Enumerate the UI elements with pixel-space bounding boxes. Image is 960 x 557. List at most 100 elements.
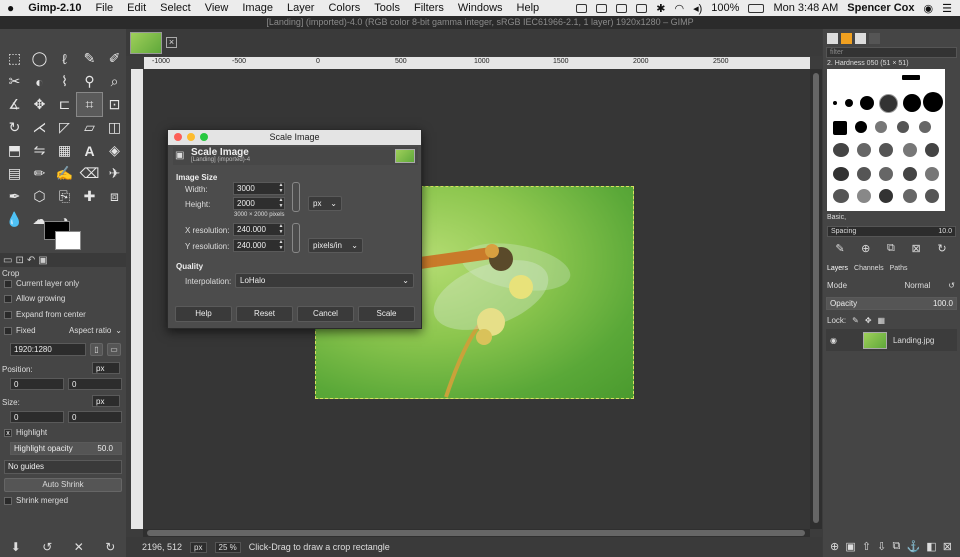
expand-from-center-option[interactable]: Expand from center: [4, 310, 86, 319]
layer-row[interactable]: ◉ Landing.jpg: [826, 329, 957, 351]
current-layer-only-option[interactable]: Current layer only: [4, 279, 79, 288]
undo-history-tab-icon[interactable]: ↶: [27, 255, 35, 266]
edit-brush-icon[interactable]: ✎: [835, 242, 844, 255]
highlight-checkbox[interactable]: x: [4, 428, 12, 437]
blur-icon[interactable]: 💧: [2, 208, 27, 231]
brush-swatch[interactable]: [879, 167, 893, 181]
eyedropper-icon[interactable]: ⚲: [77, 70, 102, 93]
perspective-icon[interactable]: ▱: [77, 116, 102, 139]
lock-alpha-icon[interactable]: ▦: [878, 316, 886, 325]
background-color-swatch[interactable]: [55, 231, 81, 250]
bluetooth-icon[interactable]: ✱: [656, 2, 665, 15]
patterns-tab-icon[interactable]: [841, 33, 852, 44]
brush-swatch[interactable]: [860, 96, 874, 110]
mode-dropdown[interactable]: Normal: [905, 281, 931, 290]
notification-center-icon[interactable]: ☰: [942, 2, 952, 15]
clock[interactable]: Mon 3:48 AM: [773, 2, 838, 14]
brush-swatch[interactable]: [902, 75, 920, 80]
zoom-select[interactable]: 25 %: [214, 541, 241, 553]
restore-options-icon[interactable]: ↺: [42, 540, 52, 554]
apple-icon[interactable]: ●: [0, 1, 21, 15]
images-tab-icon[interactable]: ▣: [38, 255, 47, 266]
layer-name[interactable]: Landing.jpg: [893, 336, 934, 345]
opacity-slider[interactable]: Opacity 100.0: [826, 297, 957, 310]
spacing-slider[interactable]: Spacing 10.0: [827, 226, 956, 237]
scale-button[interactable]: Scale: [358, 306, 415, 322]
heal-icon[interactable]: ✚: [77, 185, 102, 208]
mask-layer-icon[interactable]: ◧: [926, 540, 936, 553]
brush-filter-input[interactable]: filter: [826, 47, 957, 58]
brush-swatch[interactable]: [857, 167, 871, 181]
menu-select[interactable]: Select: [153, 2, 198, 14]
ellipse-select-icon[interactable]: ◯: [27, 47, 52, 70]
brush-swatch[interactable]: [879, 189, 893, 203]
size-y-input[interactable]: 0: [68, 411, 122, 423]
size-x-input[interactable]: 0: [10, 411, 64, 423]
brush-swatch[interactable]: [925, 143, 939, 157]
resolution-unit-dropdown[interactable]: pixels/in ⌄: [308, 238, 363, 253]
display-icon[interactable]: [616, 3, 628, 13]
reset-button[interactable]: Reset: [236, 306, 293, 322]
text-tool-icon[interactable]: A: [77, 139, 102, 162]
fuzzy-select-icon[interactable]: ✎: [77, 47, 102, 70]
shrink-merged-option[interactable]: Shrink merged: [4, 496, 68, 505]
new-layer-icon[interactable]: ⊕: [830, 540, 839, 553]
fixed-checkbox[interactable]: [4, 326, 12, 335]
color-picker-icon[interactable]: ✐: [102, 47, 127, 70]
menu-layer[interactable]: Layer: [280, 2, 322, 14]
cage-icon[interactable]: ⬒: [2, 139, 27, 162]
crop-icon[interactable]: ⌗: [76, 92, 103, 117]
vertical-ruler[interactable]: [131, 69, 143, 529]
pencil-icon[interactable]: ✏: [27, 162, 52, 185]
brush-swatch[interactable]: [857, 189, 871, 203]
layer-group-icon[interactable]: ▣: [845, 540, 855, 553]
minimize-window-button[interactable]: [187, 133, 195, 141]
menu-colors[interactable]: Colors: [321, 2, 367, 14]
wifi-icon[interactable]: ◠: [675, 2, 685, 15]
expand-from-center-checkbox[interactable]: [4, 310, 12, 319]
document-history-tab-icon[interactable]: [869, 33, 880, 44]
zoom-icon[interactable]: ⌕: [102, 70, 127, 93]
highlight-option[interactable]: x Highlight: [4, 428, 47, 437]
landscape-icon[interactable]: ▭: [107, 343, 121, 356]
y-resolution-stepper[interactable]: ▲ ▼: [277, 239, 285, 252]
move-icon[interactable]: ✥: [27, 93, 52, 116]
status-icon[interactable]: [596, 3, 608, 13]
text-icon[interactable]: ▦: [52, 139, 77, 162]
height-stepper[interactable]: ▲ ▼: [277, 197, 285, 210]
eraser-icon[interactable]: ⌫: [77, 162, 102, 185]
app-menu[interactable]: Gimp-2.10: [21, 2, 88, 14]
allow-growing-checkbox[interactable]: [4, 294, 12, 303]
airbrush-icon[interactable]: ✈: [102, 162, 127, 185]
current-layer-only-checkbox[interactable]: [4, 279, 12, 288]
brush-swatch[interactable]: [925, 167, 939, 181]
duplicate-brush-icon[interactable]: ⧉: [887, 242, 895, 255]
clone-icon[interactable]: ⎘: [52, 185, 77, 208]
ink-icon[interactable]: ✒: [2, 185, 27, 208]
scroll-thumb[interactable]: [813, 73, 819, 523]
brush-swatch[interactable]: [919, 121, 931, 133]
close-window-button[interactable]: [174, 133, 182, 141]
brush-swatch[interactable]: [903, 167, 917, 181]
allow-growing-option[interactable]: Allow growing: [4, 294, 65, 303]
brush-swatch[interactable]: [855, 121, 867, 133]
dropbox-icon[interactable]: [576, 3, 588, 13]
brush-swatch[interactable]: [833, 167, 849, 181]
flip-icon[interactable]: ⇋: [27, 139, 52, 162]
brush-swatch[interactable]: [879, 94, 898, 113]
width-stepper[interactable]: ▲ ▼: [277, 182, 285, 195]
brush-swatch[interactable]: [857, 143, 871, 157]
auto-shrink-button[interactable]: Auto Shrink: [4, 478, 122, 492]
paintbrush-icon[interactable]: ✍: [52, 162, 77, 185]
position-y-input[interactable]: 0: [68, 378, 122, 390]
brush-swatch[interactable]: [833, 101, 837, 105]
gradient-icon[interactable]: ▤: [2, 162, 27, 185]
duplicate-layer-icon[interactable]: ⧉: [892, 540, 900, 553]
save-options-icon[interactable]: ⬇: [11, 540, 21, 554]
new-brush-icon[interactable]: ⊕: [861, 242, 870, 255]
ratio-input[interactable]: 1920:1280: [10, 343, 86, 356]
tab-channels[interactable]: Channels: [854, 265, 884, 272]
tool-options-tab-icon[interactable]: ▭: [3, 255, 12, 266]
menu-filters[interactable]: Filters: [407, 2, 451, 14]
brush-tag[interactable]: Basic,: [827, 214, 846, 221]
